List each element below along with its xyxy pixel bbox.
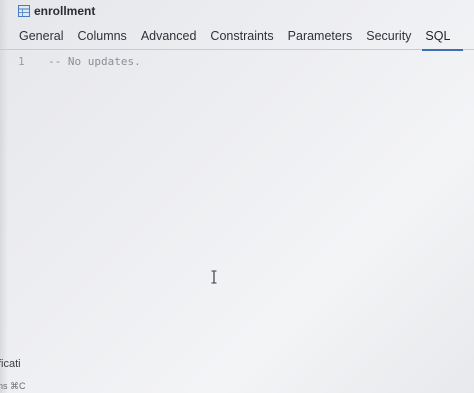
sql-code-line[interactable]: -- No updates.	[48, 55, 141, 68]
tab-security[interactable]: Security	[359, 25, 418, 49]
line-number: 1	[18, 55, 25, 68]
tab-sql[interactable]: SQL	[418, 25, 464, 51]
tab-columns[interactable]: Columns	[70, 25, 133, 49]
tab-advanced[interactable]: Advanced	[134, 25, 204, 49]
dialog-titlebar: enrollment	[0, 0, 474, 22]
i-beam-cursor-icon	[211, 270, 217, 284]
sql-editor[interactable]	[0, 52, 474, 352]
tab-constraints[interactable]: Constraints	[203, 25, 280, 49]
tab-bar: General Columns Advanced Constraints Par…	[0, 24, 474, 51]
tab-general[interactable]: General	[12, 25, 70, 49]
dialog-window: enrollment General Columns Advanced Cons…	[0, 0, 474, 393]
left-panel-shortcut: ns ⌘C	[0, 381, 26, 391]
left-panel-label: ficati	[0, 358, 21, 370]
table-icon	[18, 5, 30, 17]
dialog-title: enrollment	[34, 4, 96, 18]
tab-parameters[interactable]: Parameters	[281, 25, 360, 49]
